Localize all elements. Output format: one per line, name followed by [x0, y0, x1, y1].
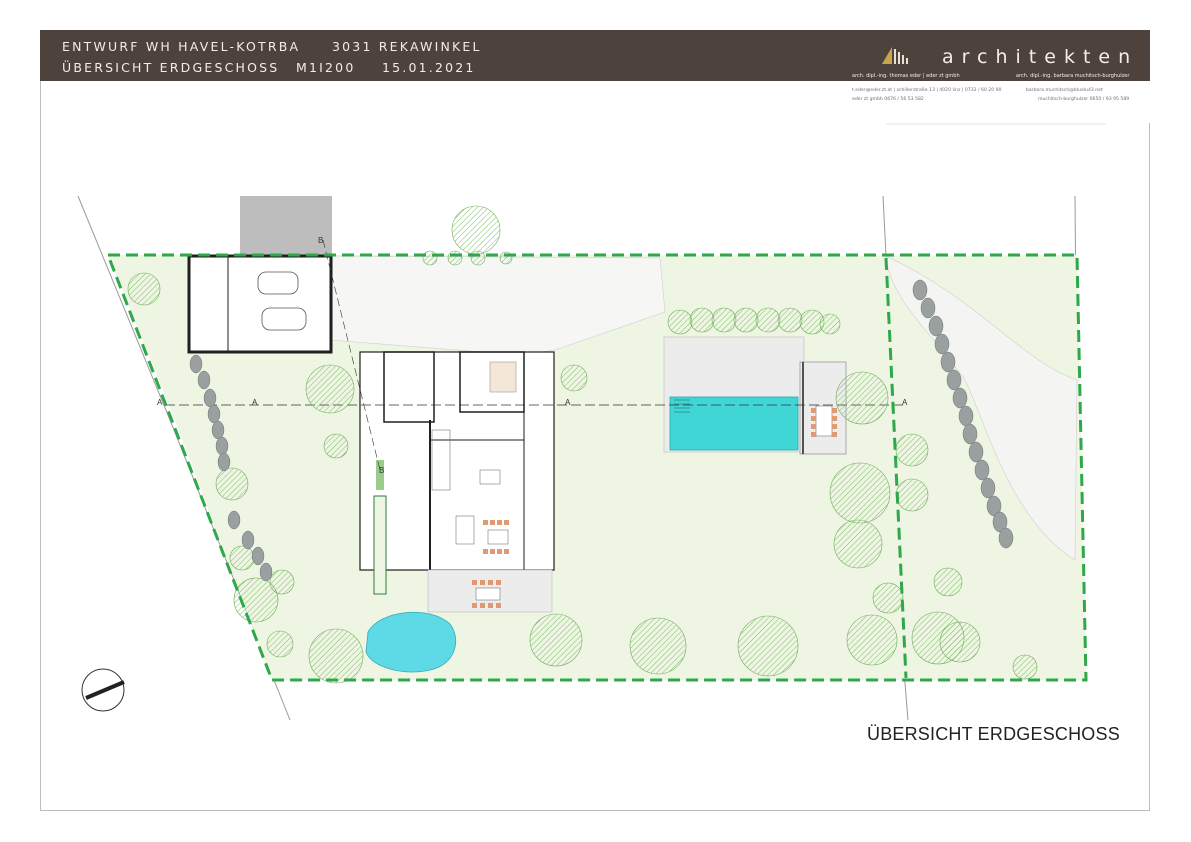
section-marker-a-2: A: [252, 398, 258, 407]
section-marker-a-3: A: [565, 398, 571, 407]
north-arrow: [81, 668, 125, 712]
section-marker-a-1: A: [157, 398, 163, 407]
pond: [365, 611, 457, 673]
neighbour-building: [240, 196, 332, 256]
plan-title: ÜBERSICHT ERDGESCHOSS: [867, 724, 1120, 744]
section-marker-b-1: B: [318, 236, 324, 245]
section-marker-a-4: A: [902, 398, 908, 407]
site-plan: [77, 195, 1088, 721]
section-marker-b-2: B: [379, 466, 385, 475]
garage: [187, 254, 333, 354]
